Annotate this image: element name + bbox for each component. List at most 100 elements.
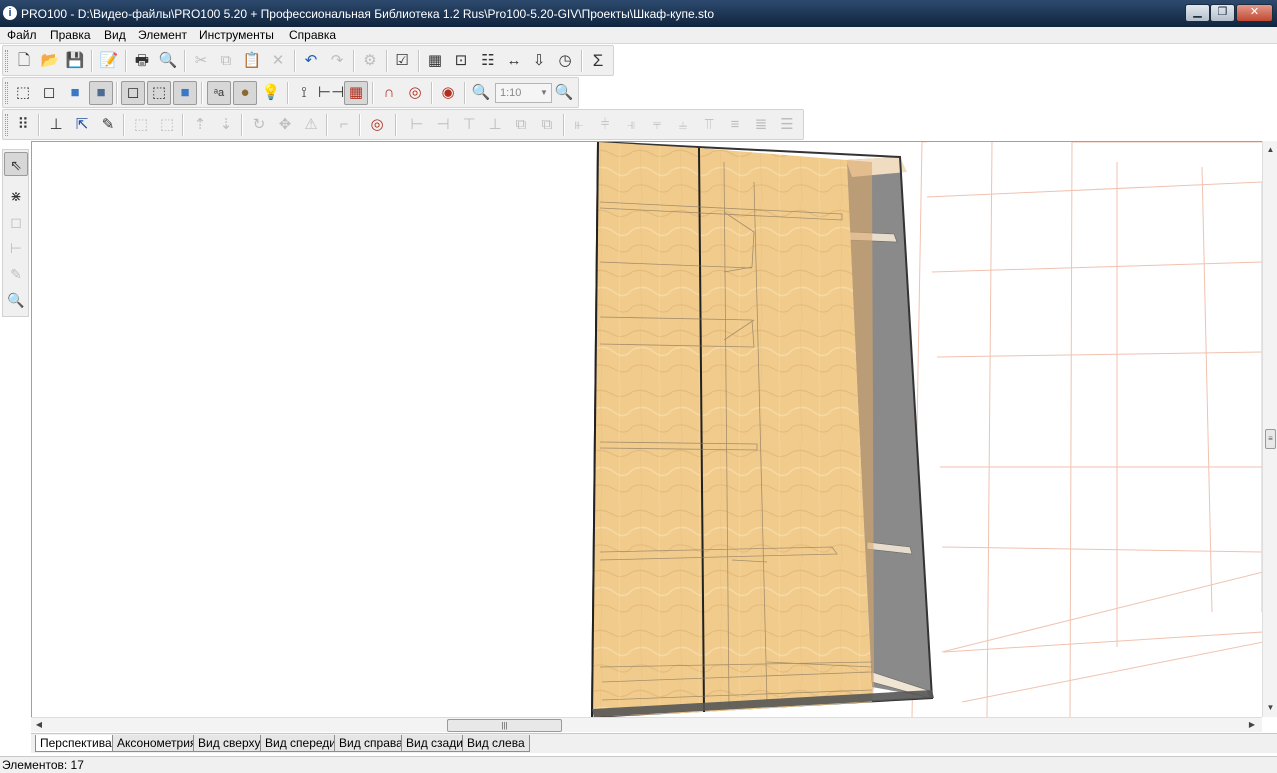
solid-view-icon[interactable]: ■ [63, 81, 87, 105]
light-bulb-icon[interactable]: 💡 [259, 81, 283, 105]
checklist-icon[interactable]: ☑ [390, 49, 414, 73]
spacing-vertical-icon[interactable]: ≣ [749, 113, 773, 137]
vertical-scrollbar[interactable]: ▲ ≡ ▼ [1262, 141, 1277, 717]
section-tool-icon[interactable]: ⋇ [4, 184, 28, 208]
box-outline-icon[interactable]: ◻ [121, 81, 145, 105]
print-preview-icon[interactable]: 🔍 [156, 49, 180, 73]
edit-tool-icon[interactable]: ✎ [4, 262, 28, 286]
menu-edit[interactable]: Правка [50, 28, 91, 42]
toolbar-grip[interactable] [5, 114, 8, 136]
group-box-icon[interactable]: ⬚ [155, 113, 179, 137]
rotate-icon[interactable]: ↻ [247, 113, 271, 137]
new-file-icon[interactable]: 🗋 [12, 49, 36, 73]
zoom-tool-icon[interactable]: 🔍 [4, 288, 28, 312]
center-target-icon[interactable]: ◉ [436, 81, 460, 105]
distribute-center-icon[interactable]: ⫩ [593, 113, 617, 137]
distribute-top-icon[interactable]: ⫧ [645, 113, 669, 137]
maximize-button[interactable]: ❐ [1210, 4, 1235, 22]
minimize-button[interactable]: ▁ [1185, 4, 1210, 22]
tab-front-view[interactable]: Вид спереди [260, 735, 342, 752]
tab-perspective[interactable]: Перспектива [35, 735, 117, 752]
perspective-viewport[interactable] [31, 141, 1262, 717]
distribute-left-icon[interactable]: ⫦ [567, 113, 591, 137]
horizontal-scroll-thumb[interactable]: ||| [447, 719, 562, 732]
pricing-icon[interactable]: ◷ [553, 49, 577, 73]
tab-right-view[interactable]: Вид справа [334, 735, 408, 752]
align-bottom-icon[interactable]: ⊥ [483, 113, 507, 137]
select-rotate-icon[interactable]: ⇱ [70, 113, 94, 137]
undo-icon[interactable]: ↶ [299, 49, 323, 73]
scroll-up-icon[interactable]: ▲ [1263, 145, 1277, 154]
box-solid-icon[interactable]: ■ [173, 81, 197, 105]
close-button[interactable]: ✕ [1236, 4, 1273, 22]
magnet-icon[interactable]: ∩ [377, 81, 401, 105]
move-icon[interactable]: ✥ [273, 113, 297, 137]
copy-size-icon[interactable]: ⧉ [509, 113, 533, 137]
menu-file[interactable]: Файл [7, 28, 37, 42]
labels-icon[interactable]: ᵃa [207, 81, 231, 105]
move-down-icon[interactable]: ⇣ [214, 113, 238, 137]
align-left-icon[interactable]: ⊢ [405, 113, 429, 137]
delete-icon[interactable]: ✕ [266, 49, 290, 73]
distribute-middle-icon[interactable]: ⫨ [671, 113, 695, 137]
align-top-icon[interactable]: ⊤ [457, 113, 481, 137]
distribute-bottom-icon[interactable]: ⫪ [697, 113, 721, 137]
scroll-right-icon[interactable]: ▶ [1246, 720, 1258, 729]
wireframe-view-icon[interactable]: ⬚ [11, 81, 35, 105]
menu-help[interactable]: Справка [289, 28, 336, 42]
select-arrow-icon[interactable]: ⇖ [4, 152, 28, 176]
pencil-icon[interactable]: ✎ [96, 113, 120, 137]
horizontal-scrollbar[interactable]: ◀ ||| ▶ [31, 717, 1262, 732]
element-list-icon[interactable]: ☷ [476, 49, 500, 73]
bounding-box-icon[interactable]: ⬚ [129, 113, 153, 137]
sum-icon[interactable]: Σ [586, 49, 610, 73]
mirror-icon[interactable]: ⚠ [299, 113, 323, 137]
redo-icon[interactable]: ↷ [325, 49, 349, 73]
paste-icon[interactable]: 📋 [240, 49, 264, 73]
export-icon[interactable]: ⇩ [527, 49, 551, 73]
chevron-down-icon[interactable]: ▼ [537, 84, 551, 102]
tab-top-view[interactable]: Вид сверху [193, 735, 266, 752]
print-icon[interactable]: 🖶 [130, 49, 154, 73]
paste-size-icon[interactable]: ⧉ [535, 113, 559, 137]
tab-back-view[interactable]: Вид сзади [401, 735, 468, 752]
grid-icon[interactable]: ⠿ [11, 113, 35, 137]
box-edges-icon[interactable]: ⬚ [147, 81, 171, 105]
library-icon[interactable]: ▦ [423, 49, 447, 73]
menu-element[interactable]: Элемент [138, 28, 187, 42]
textured-view-icon[interactable]: ■ [89, 81, 113, 105]
snap-to-element-icon[interactable]: ⊥ [44, 113, 68, 137]
group-icon[interactable]: ⚙ [358, 49, 382, 73]
corner-icon[interactable]: ⌐ [332, 113, 356, 137]
scene-canvas[interactable] [32, 142, 1262, 717]
toolbar-grip[interactable] [5, 50, 8, 72]
snap-target-icon[interactable]: ◎ [403, 81, 427, 105]
align-right-icon[interactable]: ⊣ [431, 113, 455, 137]
zoom-window-icon[interactable]: ⊡ [449, 49, 473, 73]
target-icon[interactable]: ◎ [365, 113, 389, 137]
distribute-right-icon[interactable]: ⫣ [619, 113, 643, 137]
properties-icon[interactable]: 📝 [97, 49, 121, 73]
zoom-select[interactable]: 1:10 ▼ [495, 83, 552, 103]
zoom-out-icon[interactable]: 🔍 [469, 81, 493, 105]
spacing-icon[interactable]: ≡ [723, 113, 747, 137]
cut-icon[interactable]: ✂ [189, 49, 213, 73]
measure-icon[interactable]: ⟟ [292, 81, 316, 105]
scroll-left-icon[interactable]: ◀ [33, 720, 45, 729]
toolbar-grip[interactable] [5, 82, 8, 104]
grid-toggle-icon[interactable]: ▦ [344, 81, 368, 105]
materials-icon[interactable]: ● [233, 81, 257, 105]
zoom-in-icon[interactable]: 🔍 [552, 81, 576, 105]
save-icon[interactable]: 💾 [63, 49, 87, 73]
dimensions-icon[interactable]: ↔ [502, 49, 526, 73]
menu-tools[interactable]: Инструменты [199, 28, 274, 42]
tab-axonometry[interactable]: Аксонометрия [112, 735, 202, 752]
ruler-icon[interactable]: ⊢⊣ [318, 81, 344, 105]
dimension-tool-icon[interactable]: ⊢ [4, 236, 28, 260]
spacing-all-icon[interactable]: ☰ [775, 113, 799, 137]
box-tool-icon[interactable]: ◻ [4, 210, 28, 234]
open-folder-icon[interactable]: 📂 [38, 49, 62, 73]
copy-icon[interactable]: ⧉ [214, 49, 238, 73]
vertical-scroll-thumb[interactable]: ≡ [1265, 429, 1276, 449]
hidden-lines-view-icon[interactable]: ◻ [37, 81, 61, 105]
